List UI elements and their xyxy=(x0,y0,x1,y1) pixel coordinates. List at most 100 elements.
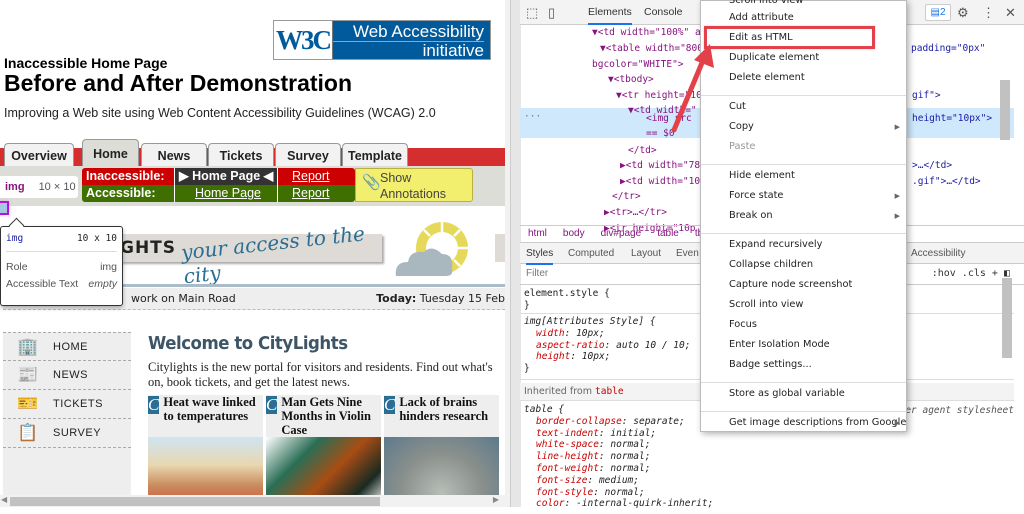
w3c-wai-logo[interactable]: W3C Web Accessibility initiative xyxy=(273,20,491,60)
accessible-home-page-link[interactable]: Home Page xyxy=(195,186,261,200)
more-options-icon[interactable]: ⋮ xyxy=(982,5,995,21)
menu-item-add-attribute[interactable]: Add attribute xyxy=(729,12,794,23)
scroll-right-icon[interactable]: ▶ xyxy=(493,495,499,504)
dom-node-line[interactable]: </td> xyxy=(628,143,657,159)
horizontal-scroll-thumb[interactable] xyxy=(10,497,380,506)
dom-node-line[interactable]: </tr> xyxy=(612,189,641,205)
story-title[interactable]: Man Gets Nine Months in Violin Case xyxy=(281,395,381,437)
css-declaration[interactable]: line-height: normal; xyxy=(524,451,1014,463)
css-property-name: color xyxy=(536,498,565,510)
dom-node-line[interactable]: ▶<td width="78 xyxy=(620,158,700,174)
menu-item-store-as-global-variable[interactable]: Store as global variable xyxy=(729,388,845,399)
css-colon: : xyxy=(621,415,634,427)
accessible-report-link[interactable]: Report xyxy=(292,186,330,200)
story-header: C Heat wave linked to temperatures xyxy=(148,395,263,437)
accessible-text-label: Accessible Text xyxy=(6,278,79,290)
css-colon: : xyxy=(564,498,577,510)
device-toolbar-icon[interactable]: ▯ xyxy=(548,5,555,21)
issues-badge[interactable]: ▤2 xyxy=(925,4,951,21)
menu-item-collapse-children[interactable]: Collapse children xyxy=(729,259,813,270)
breadcrumb-item[interactable]: html xyxy=(528,228,547,239)
menu-separator xyxy=(701,411,906,412)
css-property-name: font-size xyxy=(536,474,588,486)
tab-template[interactable]: Template xyxy=(342,143,408,167)
tab-overview[interactable]: Overview xyxy=(4,143,74,167)
story-card[interactable]: C Lack of brains hinders research xyxy=(384,395,499,507)
edit-as-html-highlight-box xyxy=(704,26,875,49)
menu-item-duplicate-element[interactable]: Duplicate element xyxy=(729,52,819,63)
breadcrumb-item[interactable]: div#page xyxy=(601,228,642,239)
menu-item-delete-element[interactable]: Delete element xyxy=(729,72,805,83)
subtab-computed[interactable]: Computed xyxy=(568,248,614,259)
inspected-image-highlight[interactable] xyxy=(0,201,9,215)
subtab-accessibility[interactable]: Accessibility xyxy=(911,248,965,259)
inspect-element-icon[interactable]: ⬚ xyxy=(526,5,538,21)
dom-node-line[interactable]: ▶<td width="10 xyxy=(620,174,700,190)
submenu-arrow-icon: ▶ xyxy=(894,212,900,220)
citylights-banner: GHTS your access to the city xyxy=(120,221,382,288)
page-subtitle: Inaccessible Home Page xyxy=(4,55,168,71)
citylights-logo-icon: C xyxy=(148,395,160,414)
css-declaration[interactable]: white-space: normal; xyxy=(524,439,1014,451)
dom-tree-scrollbar[interactable] xyxy=(1000,80,1010,140)
menu-item-focus[interactable]: Focus xyxy=(729,319,757,330)
subtab-event-listeners[interactable]: Even xyxy=(676,248,699,259)
nav-item-survey[interactable]: 📋 SURVEY xyxy=(3,419,131,448)
menu-item-break-on[interactable]: Break on xyxy=(729,210,773,221)
settings-gear-icon[interactable]: ⚙ xyxy=(957,5,969,21)
clipboard-icon: 📋 xyxy=(17,423,39,442)
horizontal-scrollbar[interactable]: ◀ ▶ xyxy=(0,495,505,507)
menu-item-force-state[interactable]: Force state xyxy=(729,190,783,201)
close-devtools-icon[interactable]: ✕ xyxy=(1005,5,1016,21)
story-card[interactable]: C Man Gets Nine Months in Violin Case xyxy=(266,395,381,507)
badge-size: 10 × 10 xyxy=(38,181,76,193)
story-title[interactable]: Heat wave linked to temperatures xyxy=(163,395,263,437)
subtab-layout[interactable]: Layout xyxy=(631,248,661,259)
menu-item-cut[interactable]: Cut xyxy=(729,101,746,112)
inaccessible-report-link[interactable]: Report xyxy=(292,169,330,183)
subtab-styles[interactable]: Styles xyxy=(526,248,554,265)
styles-scrollbar[interactable] xyxy=(1002,278,1012,358)
nav-item-home[interactable]: 🏢 HOME xyxy=(3,332,131,361)
menu-item-partial[interactable]: Scroll into view xyxy=(729,0,803,6)
tab-home[interactable]: Home xyxy=(82,139,139,167)
dom-node-line[interactable]: ▼<tbody> xyxy=(608,72,654,88)
css-declaration[interactable]: color: -internal-quirk-inherit; xyxy=(524,498,1014,510)
tab-survey[interactable]: Survey xyxy=(275,143,341,167)
filter-tools[interactable]: :hov .cls + ◧ xyxy=(932,264,1010,284)
dom-node-line[interactable]: ▶<tr>…</tr> xyxy=(604,205,667,221)
menu-item-expand-recursively[interactable]: Expand recursively xyxy=(729,239,822,250)
menu-item-capture-node-screenshot[interactable]: Capture node screenshot xyxy=(729,279,852,290)
node-actions-ellipsis[interactable]: ··· xyxy=(524,109,541,125)
menu-separator xyxy=(701,95,906,96)
menu-item-hide-element[interactable]: Hide element xyxy=(729,170,795,181)
element-context-menu: Scroll into view Add attribute Edit as HTM… xyxy=(700,0,907,432)
css-property-name: font-weight xyxy=(536,462,599,474)
story-card[interactable]: C Heat wave linked to temperatures xyxy=(148,395,263,507)
nav-item-news[interactable]: 📰 NEWS xyxy=(3,361,131,390)
tab-console[interactable]: Console xyxy=(644,6,683,18)
css-declaration[interactable]: font-style: normal; xyxy=(524,487,1014,499)
tab-elements[interactable]: Elements xyxy=(588,6,632,25)
tab-news[interactable]: News xyxy=(141,143,207,167)
menu-item-scroll-into-view[interactable]: Scroll into view xyxy=(729,299,803,310)
menu-item-badge-settings[interactable]: Badge settings... xyxy=(729,359,812,370)
breadcrumb-item[interactable]: body xyxy=(563,228,585,239)
css-declaration[interactable]: font-weight: normal; xyxy=(524,463,1014,475)
hov-cls-add[interactable]: :hov .cls + xyxy=(932,268,998,279)
show-annotations-button[interactable]: 📎 Show Annotations xyxy=(355,168,473,202)
menu-item-enter-isolation-mode[interactable]: Enter Isolation Mode xyxy=(729,339,830,350)
tab-tickets[interactable]: Tickets xyxy=(208,143,274,167)
dom-node-line[interactable]: ▼<td width="100%" al xyxy=(592,25,706,41)
breadcrumb-item[interactable]: table xyxy=(657,228,679,239)
css-declaration[interactable]: font-size: medium; xyxy=(524,475,1014,487)
nav-item-tickets[interactable]: 🎫 TICKETS xyxy=(3,390,131,419)
story-title[interactable]: Lack of brains hinders research xyxy=(399,395,499,437)
menu-item-copy[interactable]: Copy xyxy=(729,121,754,132)
issues-count: 2 xyxy=(939,7,946,18)
menu-separator xyxy=(701,382,906,383)
menu-item-get-image-descriptions-from-google[interactable]: Get image descriptions from Google xyxy=(729,417,906,428)
scroll-left-icon[interactable]: ◀ xyxy=(1,495,7,504)
filter-placeholder: Filter xyxy=(526,268,549,279)
inherited-element-link[interactable]: table xyxy=(595,386,624,397)
